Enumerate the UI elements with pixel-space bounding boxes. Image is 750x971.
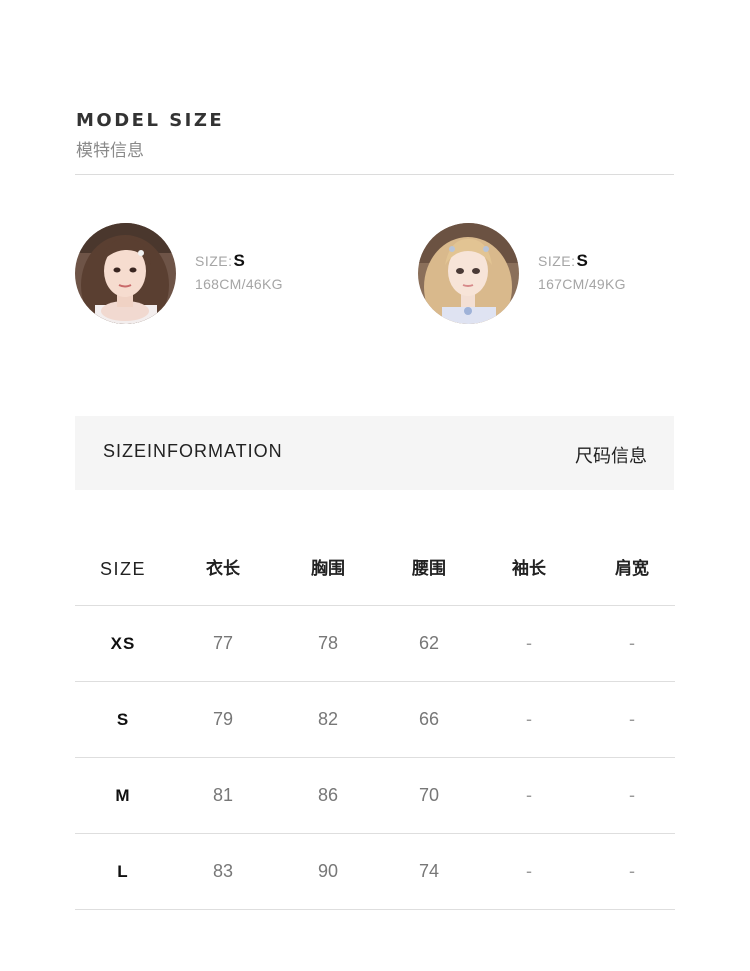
bust-cell: 90 [317,861,339,881]
waist-cell: 66 [418,709,440,729]
sleeve-cell: - [526,709,532,729]
header-shoulder: 肩宽 [615,559,649,579]
shoulder-cell: - [629,861,635,881]
size-info-heading: SIZEINFORMATION [103,441,283,461]
size-cell: L [117,862,129,881]
header-bust: 胸围 [311,559,345,579]
header-size: SIZE [99,559,146,579]
size-cell: S [116,710,130,729]
length-cell: 83 [212,861,234,881]
header-sleeve: 袖长 [512,559,546,579]
size-table-header: SIZE 衣长 胸围 腰围 袖长 肩宽 [75,530,675,606]
size-table-body: XS 77 78 62 - - S 79 82 66 - - M 81 86 7… [75,606,675,910]
shoulder-cell: - [629,633,635,653]
length-cell: 79 [212,709,234,729]
length-cell: 77 [212,633,234,653]
sleeve-cell: - [526,633,532,653]
size-info-band: SIZEINFORMATION 尺码信息 [75,416,674,490]
table-row: S 79 82 66 - - [75,682,675,758]
table-row: M 81 86 70 - - [75,758,675,834]
table-row: XS 77 78 62 - - [75,606,675,682]
size-prefix: SIZE: [195,253,233,269]
model-stats-2: 167CM/49KG [538,276,626,292]
model-size-subtitle: 模特信息 [76,141,144,161]
model-size-label-2: SIZE:S [538,251,588,271]
bust-cell: 78 [317,633,339,653]
model-stats-1: 168CM/46KG [195,276,283,292]
shoulder-cell: - [629,785,635,805]
length-cell: 81 [212,785,234,805]
size-prefix: SIZE: [538,253,576,269]
waist-cell: 62 [418,633,440,653]
size-info-heading-cn: 尺码信息 [575,446,647,467]
size-value: S [576,251,589,270]
sleeve-cell: - [526,861,532,881]
shoulder-cell: - [629,709,635,729]
model-photo-1 [75,223,176,324]
table-row: L 83 90 74 - - [75,834,675,910]
header-length: 衣长 [206,559,240,579]
size-table: SIZE 衣长 胸围 腰围 袖长 肩宽 XS 77 78 62 - - S 79… [75,530,675,910]
size-value: S [233,251,246,270]
divider [75,174,674,175]
header-waist: 腰围 [412,559,446,579]
waist-cell: 74 [418,861,440,881]
bust-cell: 86 [317,785,339,805]
model-photo-2 [418,223,519,324]
bust-cell: 82 [317,709,339,729]
size-cell: M [115,786,131,805]
size-cell: XS [110,634,136,653]
sleeve-cell: - [526,785,532,805]
model-size-label-1: SIZE:S [195,251,245,271]
model-size-title: MODEL SIZE [76,110,225,131]
waist-cell: 70 [418,785,440,805]
